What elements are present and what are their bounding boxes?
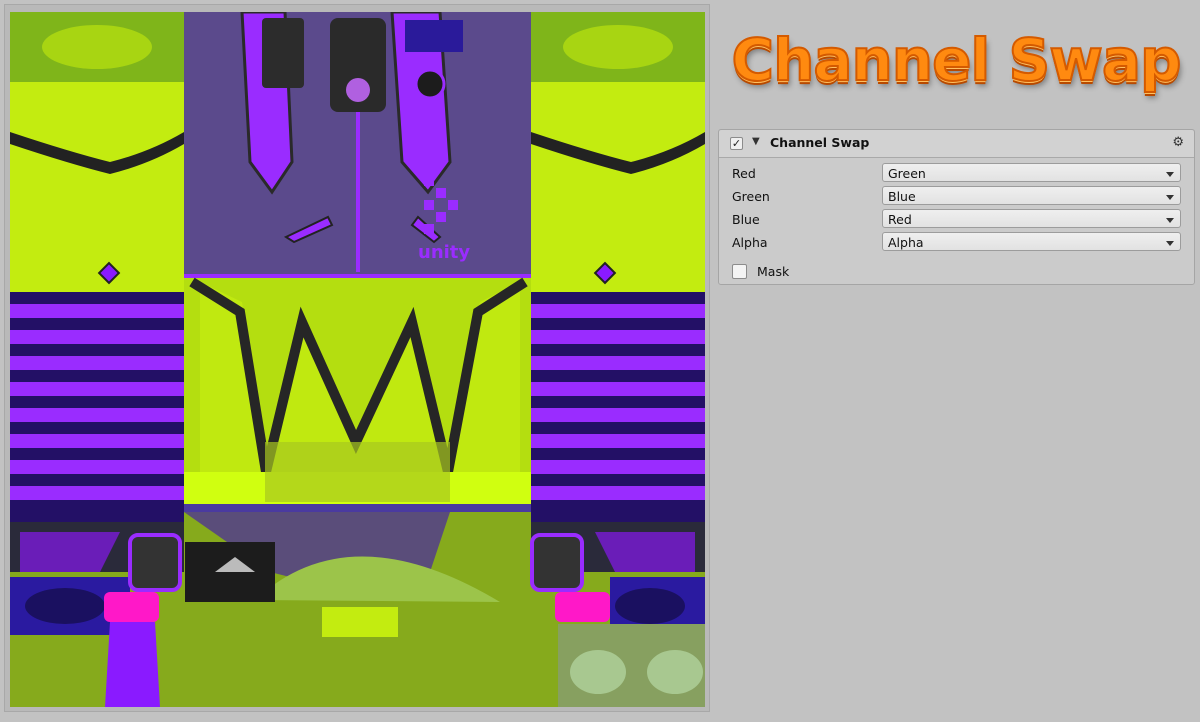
- component-title: Channel Swap: [770, 135, 870, 150]
- dropdown-value: Alpha: [888, 235, 924, 250]
- foldout-arrow-icon[interactable]: ▼: [752, 136, 760, 147]
- stripes-right: [531, 292, 705, 522]
- dropdown-value: Blue: [888, 189, 916, 204]
- dropdown-value: Red: [888, 212, 912, 227]
- chevron-down-icon: [1166, 195, 1174, 200]
- texture-decal-text: unity: [418, 242, 470, 263]
- check-icon: ✓: [731, 137, 742, 150]
- row-label: Alpha: [732, 235, 768, 250]
- mask-checkbox[interactable]: [732, 264, 747, 279]
- row-label: Blue: [732, 212, 760, 227]
- channel-row-blue: Blue Red: [719, 209, 1194, 229]
- page-title: Channel Swap: [712, 18, 1200, 102]
- enabled-checkbox[interactable]: ✓: [730, 137, 743, 150]
- blue-channel-dropdown[interactable]: Red: [882, 209, 1181, 228]
- texture-preview: unity: [10, 12, 705, 707]
- chevron-down-icon: [1166, 218, 1174, 223]
- component-header[interactable]: ✓ ▼ Channel Swap ⚙: [719, 130, 1194, 158]
- dropdown-value: Green: [888, 166, 926, 181]
- chevron-down-icon: [1166, 172, 1174, 177]
- alpha-channel-dropdown[interactable]: Alpha: [882, 232, 1181, 251]
- texture-image: unity: [10, 12, 705, 707]
- channel-row-green: Green Blue: [719, 186, 1194, 206]
- channel-row-alpha: Alpha Alpha: [719, 232, 1194, 252]
- channel-row-red: Red Green: [719, 163, 1194, 183]
- green-channel-dropdown[interactable]: Blue: [882, 186, 1181, 205]
- channel-swap-component: ✓ ▼ Channel Swap ⚙ Red Green Green Blue …: [718, 129, 1195, 285]
- mask-label: Mask: [757, 264, 790, 279]
- chevron-down-icon: [1166, 241, 1174, 246]
- gear-icon[interactable]: ⚙: [1172, 135, 1184, 150]
- red-channel-dropdown[interactable]: Green: [882, 163, 1181, 182]
- row-label: Green: [732, 189, 770, 204]
- title-text: Channel Swap: [731, 25, 1183, 95]
- stripes-left: [10, 292, 184, 522]
- row-label: Red: [732, 166, 756, 181]
